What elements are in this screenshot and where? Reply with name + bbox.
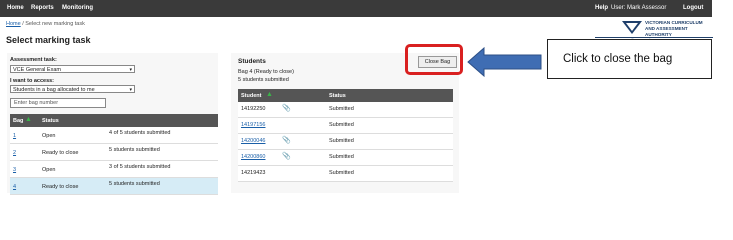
app-window: Home Reports Monitoring Help User: Mark … <box>0 0 713 201</box>
student-column-header[interactable]: Student <box>241 93 261 99</box>
assessment-task-select[interactable]: VCE General Exam ▾ <box>10 65 135 73</box>
close-bag-highlight <box>405 44 463 75</box>
chevron-down-icon: ▾ <box>129 87 132 93</box>
students-table-header: Student ▲ Status <box>238 89 453 102</box>
nav-home[interactable]: Home <box>7 5 24 11</box>
chevron-down-icon: ▾ <box>129 67 132 73</box>
bag-row[interactable]: 1 Open 4 of 5 students submitted <box>10 127 218 144</box>
bag-number-link[interactable]: 1 <box>13 133 16 139</box>
bag-column-header[interactable]: Bag <box>13 118 23 124</box>
bag-status: Open <box>42 167 56 173</box>
bag-row-selected[interactable]: 4 Ready to close 5 students submitted <box>10 178 218 195</box>
bag-row[interactable]: 3 Open 3 of 5 students submitted <box>10 161 218 178</box>
sort-up-icon[interactable]: ▲ <box>266 91 273 98</box>
bag-status: Ready to close <box>42 150 79 156</box>
assessment-task-value: VCE General Exam <box>13 67 61 73</box>
bag-status: Open <box>42 133 56 139</box>
bag-number-link[interactable]: 2 <box>13 150 16 156</box>
bag-number-input[interactable]: Enter bag number <box>10 98 106 108</box>
bag-number-link[interactable]: 3 <box>13 167 16 173</box>
breadcrumb-home[interactable]: Home <box>6 21 21 27</box>
bag-submitted-info: 4 of 5 students submitted <box>109 130 171 136</box>
paperclip-icon: 📎 <box>282 105 291 112</box>
page-title: Select marking task <box>6 35 91 45</box>
paperclip-icon: 📎 <box>282 137 291 144</box>
student-status: Submitted <box>329 106 354 112</box>
bag-submitted-info: 5 students submitted <box>109 181 160 187</box>
paperclip-icon: 📎 <box>282 153 291 160</box>
student-status: Submitted <box>329 122 354 128</box>
bag-row[interactable]: 2 Ready to close 5 students submitted <box>10 144 218 161</box>
annotation-callout: Click to close the bag <box>547 39 712 79</box>
bag-table: Bag ▲ Status 1 Open 4 of 5 students subm… <box>10 114 218 195</box>
access-select[interactable]: Students in a bag allocated to me ▾ <box>10 85 135 93</box>
students-count: 5 students submitted <box>238 77 289 83</box>
assessment-task-label: Assessment task: <box>10 57 57 63</box>
student-id-link[interactable]: 14200860 <box>241 154 265 160</box>
student-id-link[interactable]: 14197156 <box>241 122 265 128</box>
nav-help[interactable]: Help <box>595 5 608 11</box>
nav-monitoring[interactable]: Monitoring <box>62 5 93 11</box>
status-column-header: Status <box>42 118 59 124</box>
vcaa-logo-icon <box>622 21 642 34</box>
logo-text: VICTORIAN CURRICULUM AND ASSESSMENT AUTH… <box>645 20 713 38</box>
student-id: 14219423 <box>241 170 266 176</box>
status-column-header: Status <box>329 93 346 99</box>
marking-task-panel: Assessment task: VCE General Exam ▾ I wa… <box>7 53 218 195</box>
student-row[interactable]: 14197156 Submitted <box>238 118 453 134</box>
bag-submitted-info: 5 students submitted <box>109 147 160 153</box>
user-name: User: Mark Assessor <box>611 5 667 11</box>
student-row[interactable]: 14200046 📎 Submitted <box>238 134 453 150</box>
breadcrumb: Home / Select new marking task <box>6 21 85 27</box>
bag-status: Ready to close <box>42 184 79 190</box>
student-row[interactable]: 14200860 📎 Submitted <box>238 150 453 166</box>
student-status: Submitted <box>329 138 354 144</box>
nav-reports[interactable]: Reports <box>31 5 54 11</box>
student-id-link[interactable]: 14200046 <box>241 138 265 144</box>
bag-status-text: Bag 4 (Ready to close) <box>238 69 294 75</box>
bag-submitted-info: 3 of 5 students submitted <box>109 164 171 170</box>
student-row[interactable]: 14219423 Submitted <box>238 166 453 182</box>
pointer-arrow-icon <box>467 47 542 77</box>
access-label: I want to access: <box>10 78 55 84</box>
student-row[interactable]: 14192250 📎 Submitted <box>238 102 453 118</box>
student-status: Submitted <box>329 170 354 176</box>
access-value: Students in a bag allocated to me <box>13 87 95 93</box>
bag-table-header: Bag ▲ Status <box>10 114 218 127</box>
sort-up-icon[interactable]: ▲ <box>25 116 32 123</box>
bag-number-link[interactable]: 4 <box>13 184 16 190</box>
student-id: 14192250 <box>241 106 266 112</box>
student-status: Submitted <box>329 154 354 160</box>
top-nav-bar: Home Reports Monitoring Help User: Mark … <box>0 0 712 17</box>
students-title: Students <box>238 58 266 65</box>
callout-text: Click to close the bag <box>563 53 673 65</box>
breadcrumb-current: / Select new marking task <box>20 21 85 27</box>
nav-logout[interactable]: Logout <box>683 5 703 11</box>
students-table: Student ▲ Status 14192250 📎 Submitted 14… <box>238 89 453 182</box>
